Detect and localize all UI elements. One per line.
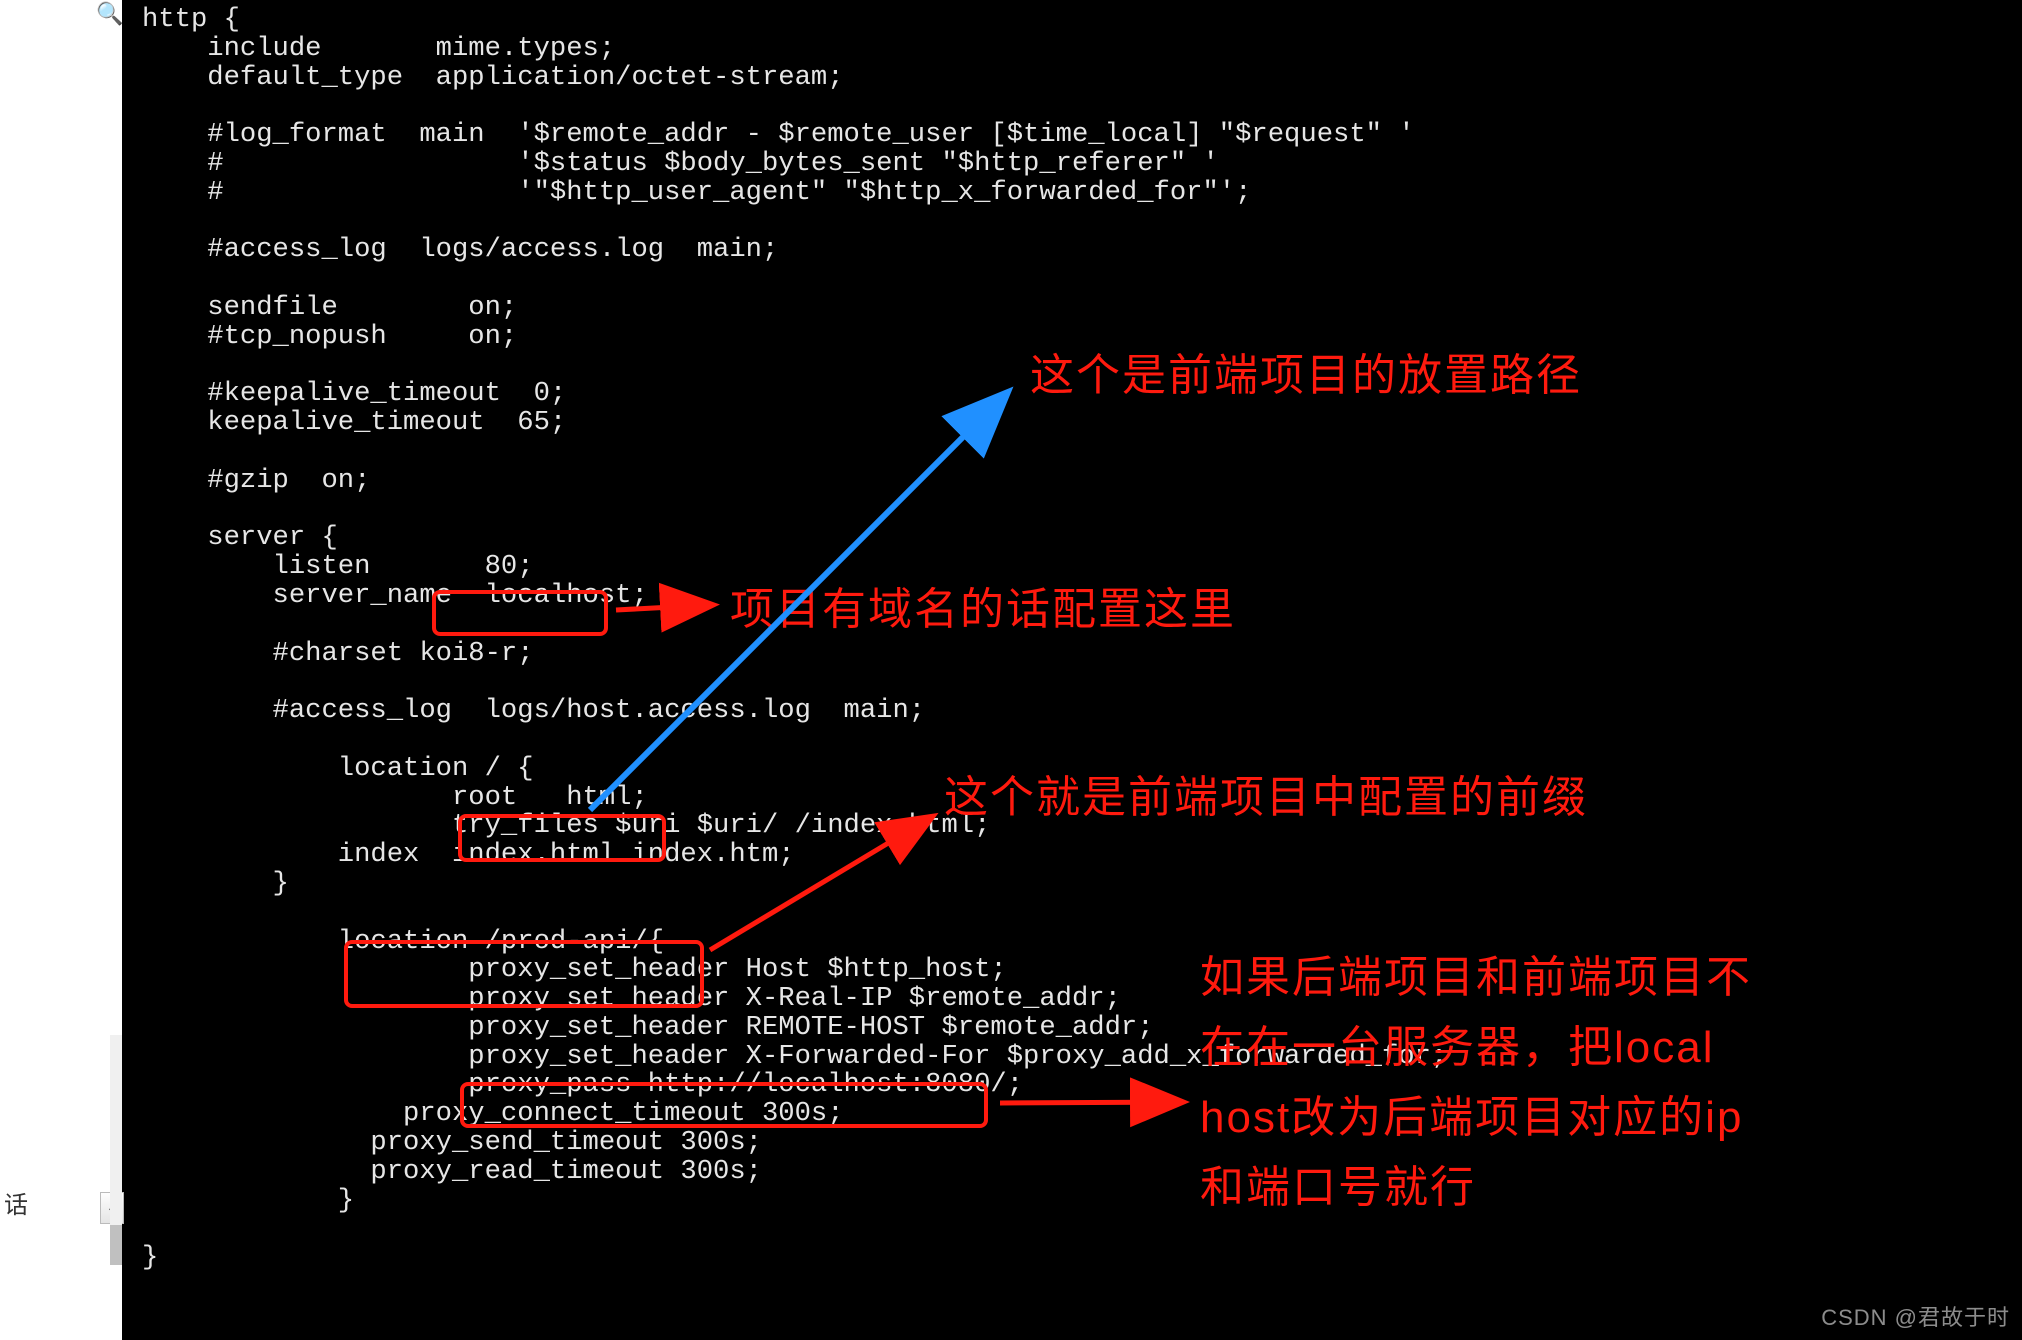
annotation-server-name: 项目有域名的话配置这里 [730,582,1236,638]
left-scrollbar-thumb[interactable] [110,1225,122,1265]
annotation-backend-l4: 和端口号就行 [1200,1160,1476,1216]
page-root: 🔍 http { include mime.types; default_typ… [0,0,2022,1340]
left-bottom-char: 话 [4,1185,28,1220]
left-strip: 🔍 [0,0,122,1340]
annotation-prefix: 这个就是前端项目中配置的前缀 [944,770,1588,826]
search-icon[interactable]: 🔍 [96,2,123,28]
annotation-backend-l2: 在在一台服务器，把local [1200,1020,1715,1076]
annotation-frontend-path: 这个是前端项目的放置路径 [1030,348,1582,404]
annotation-backend-l3: host改为后端项目对应的ip [1200,1090,1743,1146]
annotation-backend-l1: 如果后端项目和前端项目不 [1200,950,1752,1006]
